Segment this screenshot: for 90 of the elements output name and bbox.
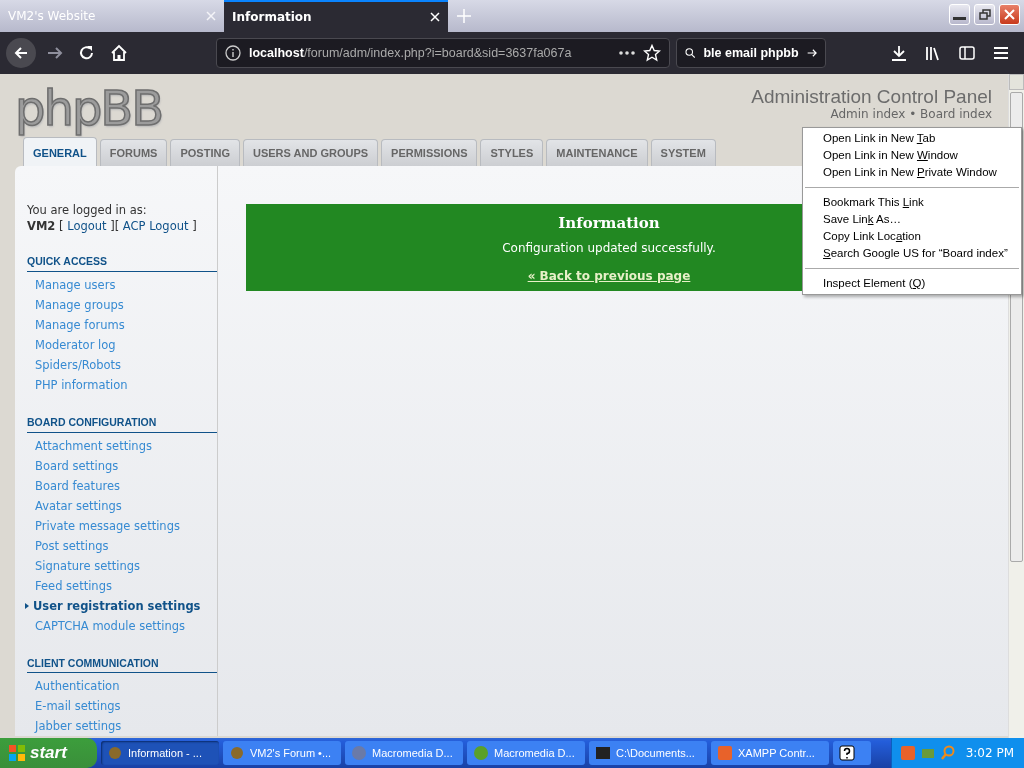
menu-icon[interactable] <box>992 44 1010 62</box>
sidebar-link[interactable]: PHP information <box>27 374 136 395</box>
sidebar-link[interactable]: CAPTCHA module settings <box>27 615 193 636</box>
sidebar-link[interactable]: Moderator log <box>27 334 124 355</box>
star-icon[interactable] <box>643 44 661 62</box>
search-field[interactable]: ble email phpbb <box>676 38 826 68</box>
library-icon[interactable] <box>924 44 942 62</box>
app-icon <box>229 745 245 761</box>
windows-logo-icon <box>8 744 26 762</box>
taskbar-button[interactable]: Macromedia D... <box>345 741 463 765</box>
taskbar-button[interactable]: C:\Documents... <box>589 741 707 765</box>
close-icon <box>1003 8 1016 21</box>
url-text: localhost/forum/adm/index.php?i=board&sid=3637fa067a <box>249 44 573 62</box>
clock: 3:02 PM <box>965 745 1014 762</box>
browser-tab[interactable]: Information <box>224 0 448 32</box>
nav-tab[interactable]: POSTING <box>170 138 240 166</box>
sidebar-link[interactable]: Manage users <box>27 274 124 295</box>
username: VM2 <box>27 218 56 234</box>
nav-tab[interactable]: GENERAL <box>23 136 97 166</box>
app-icon <box>107 745 123 761</box>
nav-tab[interactable]: MAINTENANCE <box>546 138 648 166</box>
minimize-button[interactable] <box>949 4 970 25</box>
section-heading: BOARD CONFIGURATION <box>27 414 217 433</box>
section-heading: QUICK ACCESS <box>27 254 217 272</box>
sidebar-link[interactable]: Private message settings <box>27 515 188 536</box>
sidebar-link[interactable]: Signature settings <box>27 555 148 576</box>
nav-tab[interactable]: USERS AND GROUPS <box>242 138 379 166</box>
taskbar-button[interactable]: VM2's Forum •... <box>223 741 341 765</box>
menu-item[interactable]: Open Link in New Tab <box>803 130 1021 147</box>
back-arrow-icon <box>13 45 29 61</box>
acp-logout-link[interactable]: ACP Logout <box>122 218 189 234</box>
nav-tab[interactable]: FORUMS <box>99 138 168 166</box>
sidebar-link[interactable]: Feed settings <box>27 575 120 596</box>
minimize-icon <box>953 17 966 20</box>
menu-item[interactable]: Open Link in New Private Window <box>803 164 1021 181</box>
page-title: Administration Control Panel <box>751 86 992 108</box>
message-title: Information <box>558 213 660 234</box>
sidebar-link[interactable]: Attachment settings <box>27 435 160 456</box>
restore-icon <box>978 8 991 21</box>
app-icon <box>473 745 489 761</box>
sidebar-link[interactable]: Authentication <box>27 676 128 697</box>
bracket-text: ] <box>191 218 197 234</box>
taskbar-button[interactable]: Macromedia D... <box>467 741 585 765</box>
menu-item[interactable]: Save Link As… <box>803 211 1021 228</box>
app-icon <box>717 745 733 761</box>
back-link[interactable]: « Back to previous page <box>527 266 691 285</box>
section-heading: CLIENT COMMUNICATION <box>27 655 217 674</box>
nav-tab[interactable]: STYLES <box>480 138 544 166</box>
sidebar-link[interactable]: E-mail settings <box>27 696 129 717</box>
start-button[interactable]: start <box>0 738 97 768</box>
message-text: Configuration updated successfully. <box>502 239 716 257</box>
menu-item[interactable]: Copy Link Location <box>803 228 1021 245</box>
bracket-text: [ <box>58 218 65 234</box>
sidebar-link[interactable]: User registration settings <box>29 595 209 616</box>
sidebar-link[interactable]: Board features <box>27 475 128 496</box>
taskbar-button[interactable]: Information - ... <box>101 741 219 765</box>
menu-item[interactable]: Search Google US for “Board index” <box>803 245 1021 262</box>
search-icon <box>685 45 696 61</box>
sidebar-link[interactable]: Avatar settings <box>27 495 130 516</box>
download-icon[interactable] <box>890 44 908 62</box>
app-icon <box>595 745 611 761</box>
sidebar-link[interactable]: Spiders/Robots <box>27 354 130 375</box>
menu-item[interactable]: Bookmark This Link <box>803 194 1021 211</box>
logout-link[interactable]: Logout <box>67 218 107 234</box>
login-label: You are logged in as: <box>27 202 148 218</box>
restore-button[interactable] <box>974 4 995 25</box>
address-bar[interactable]: localhost/forum/adm/index.php?i=board&sid=3637fa067a <box>216 38 670 68</box>
sidebar-link[interactable]: Jabber settings <box>27 716 130 737</box>
help-icon <box>839 745 855 761</box>
menu-item[interactable]: Inspect Element (Q) <box>803 275 1021 292</box>
breadcrumb: Admin index • Board index <box>829 107 992 122</box>
close-button[interactable] <box>999 4 1020 25</box>
sidebar-link[interactable]: Manage groups <box>27 294 132 315</box>
reload-icon[interactable] <box>78 44 96 62</box>
sidebar-link[interactable]: Post settings <box>27 535 117 556</box>
more-icon[interactable] <box>619 50 635 56</box>
sidebar-icon[interactable] <box>958 44 976 62</box>
taskbar-button[interactable]: XAMPP Contr... <box>711 741 829 765</box>
app-icon <box>351 745 367 761</box>
sidebar-link[interactable]: Board settings <box>27 455 127 476</box>
nav-tab[interactable]: SYSTEM <box>650 138 716 166</box>
home-icon[interactable] <box>110 44 128 62</box>
menu-item[interactable]: Open Link in New Window <box>803 147 1021 164</box>
bracket-text: ][ <box>109 218 121 234</box>
info-icon[interactable] <box>225 45 241 61</box>
nav-tab[interactable]: PERMISSIONS <box>381 138 478 166</box>
bullet-icon <box>25 602 29 609</box>
sidebar-link[interactable]: Manage forums <box>27 314 133 335</box>
back-button[interactable] <box>6 38 36 68</box>
help-button[interactable] <box>833 741 871 765</box>
